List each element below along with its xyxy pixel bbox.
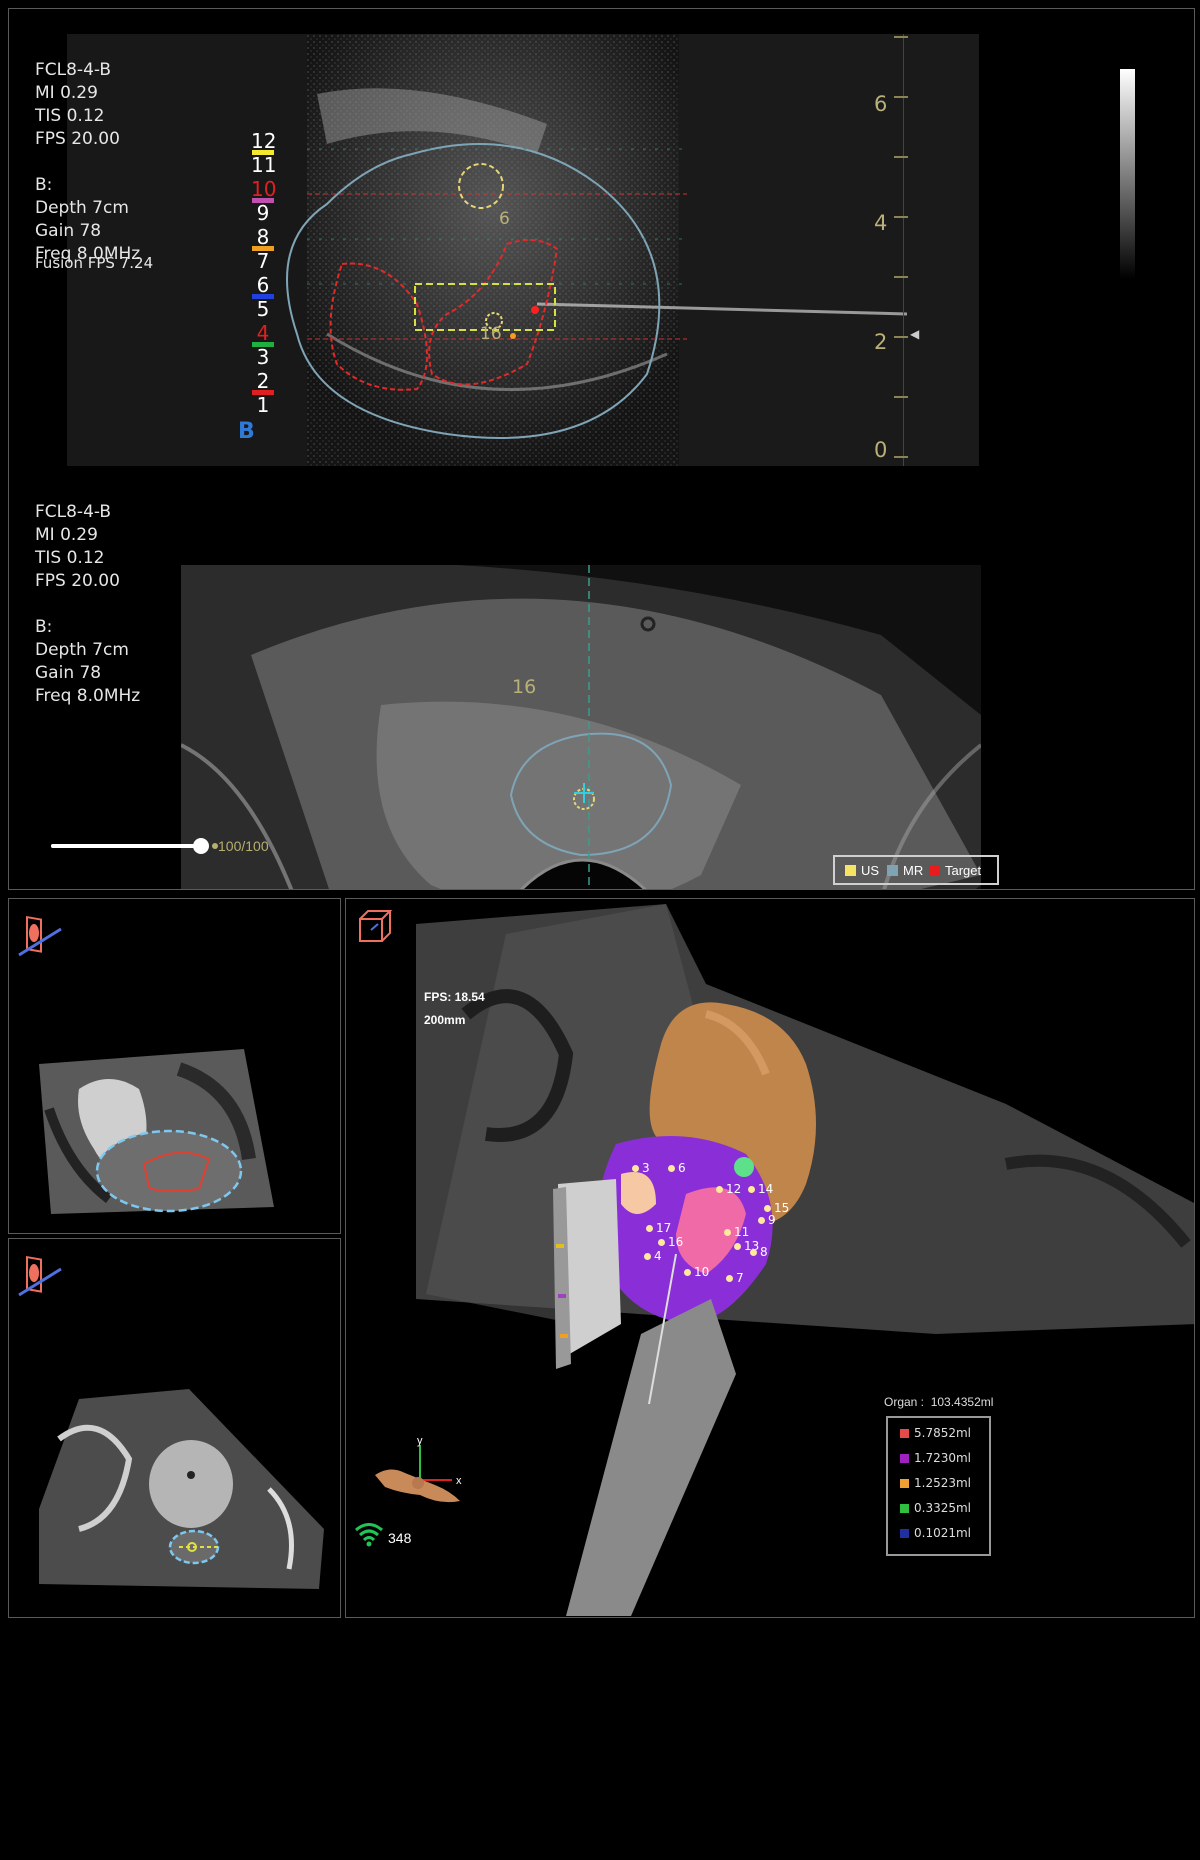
lesion-point-3[interactable]: 3 <box>632 1161 650 1175</box>
plane-label-3[interactable]: 3 <box>251 345 275 369</box>
top-param: Depth 7cm <box>35 198 129 218</box>
slider-value-text: 100/100 <box>218 838 269 854</box>
mr-sagittal-panel[interactable] <box>8 898 341 1234</box>
wifi-signal-icon <box>355 1523 383 1547</box>
mr-plane-icon-axial[interactable] <box>15 1251 63 1299</box>
lesion-point-16[interactable]: 16 <box>658 1235 683 1249</box>
lesion-point-12[interactable]: 12 <box>716 1182 741 1196</box>
middle-param: MI 0.29 <box>35 525 98 545</box>
volume-swatch <box>900 1429 909 1438</box>
volume-row: 5.7852ml <box>900 1426 971 1440</box>
lesion-point-14[interactable]: 14 <box>748 1182 773 1196</box>
mr-axial-panel[interactable] <box>8 1238 341 1618</box>
fusion-target-label: 16 <box>512 676 537 698</box>
volume-value: 0.1021ml <box>914 1526 972 1540</box>
cube-icon[interactable] <box>354 907 394 947</box>
top-param: Gain 78 <box>35 221 102 241</box>
legend-mr[interactable]: MR <box>887 863 923 878</box>
plane-label-11[interactable]: 11 <box>251 153 276 177</box>
mr-sagittal-image[interactable] <box>39 1049 279 1214</box>
top-param <box>35 151 140 174</box>
ultrasound-panel: 6 16 FCL8-4-B MI 0.29 TIS 0.12 FPS 20.00 B: D… <box>8 8 1195 890</box>
plane-label-1[interactable]: 1 <box>251 393 275 417</box>
opacity-slider[interactable] <box>51 838 209 854</box>
lesion-point-6[interactable]: 6 <box>668 1161 686 1175</box>
depth-label-4: 4 <box>874 211 888 235</box>
axis-y-label: y <box>417 1435 423 1447</box>
mr-plane-icon[interactable] <box>15 911 63 959</box>
volume-row: 0.3325ml <box>900 1501 971 1515</box>
slider-thumb[interactable] <box>193 838 209 854</box>
volume-value: 0.3325ml <box>914 1501 972 1515</box>
depth-label-0: 0 <box>874 438 888 462</box>
middle-param <box>35 593 140 616</box>
plane-label-9[interactable]: 9 <box>251 201 275 225</box>
axis-x-label: x <box>456 1475 462 1487</box>
lesion-point-4[interactable]: 4 <box>644 1249 662 1263</box>
legend-us[interactable]: US <box>845 863 879 878</box>
lesion-point-9[interactable]: 9 <box>758 1213 776 1227</box>
middle-param: FPS 20.00 <box>35 571 120 591</box>
top-param: TIS 0.12 <box>35 106 105 126</box>
signal-value: 348 <box>388 1530 412 1546</box>
legend-target[interactable]: Target <box>929 863 981 878</box>
scale-length: 200mm <box>424 1013 466 1027</box>
middle-param: FCL8-4-B <box>35 502 112 522</box>
middle-param: TIS 0.12 <box>35 548 105 568</box>
lesion-point-10[interactable]: 10 <box>684 1265 709 1279</box>
volume-swatch <box>900 1504 909 1513</box>
volume-value: 1.7230ml <box>914 1451 972 1465</box>
mr-axial-image[interactable] <box>39 1389 329 1589</box>
organ-volume: Organ : 103.4352ml <box>884 1395 994 1409</box>
plane-markers: 12 11 10 9 8 7 6 5 4 3 2 1 <box>251 129 281 419</box>
middle-param: Gain 78 <box>35 663 102 683</box>
top-param: B: <box>35 175 53 195</box>
middle-imaging-params: FCL8-4-B MI 0.29 TIS 0.12 FPS 20.00 B: Depth … <box>35 501 140 708</box>
volume-swatch <box>900 1454 909 1463</box>
mode-badge[interactable]: B <box>238 419 255 444</box>
depth-pointer-icon: ◀ <box>910 327 920 341</box>
lesion-point-11[interactable]: 11 <box>724 1225 749 1239</box>
plane-label-7[interactable]: 7 <box>251 249 275 273</box>
depth-scale: 6 4 2 0 ◀ <box>874 34 924 474</box>
middle-param: Freq 8.0MHz <box>35 686 141 706</box>
3d-view-panel[interactable]: FPS: 18.54 200mm 3 6 12 14 15 9 17 16 4 11 13 8 10 7 … <box>345 898 1195 1618</box>
volume-legend: 5.7852ml 1.7230ml 1.2523ml 0.3325ml 0.1021ml <box>886 1416 991 1556</box>
volume-value: 1.2523ml <box>914 1476 972 1490</box>
lesion-point-8[interactable]: 8 <box>750 1245 768 1259</box>
volume-row: 1.2523ml <box>900 1476 971 1490</box>
slider-fill <box>51 844 201 848</box>
lesion-point-7[interactable]: 7 <box>726 1271 744 1285</box>
top-param: FPS 20.00 <box>35 129 120 149</box>
volume-value: 5.7852ml <box>914 1426 972 1440</box>
grayscale-bar <box>1120 69 1135 279</box>
body-orientation-icon[interactable] <box>360 1435 470 1525</box>
volume-row: 0.1021ml <box>900 1526 971 1540</box>
plane-label-5[interactable]: 5 <box>251 297 275 321</box>
top-param: MI 0.29 <box>35 83 98 103</box>
fusion-image[interactable] <box>181 565 981 890</box>
top-param: FCL8-4-B <box>35 60 112 80</box>
fusion-fps: Fusion FPS 7.24 <box>35 254 154 272</box>
top-imaging-params: FCL8-4-B MI 0.29 TIS 0.12 FPS 20.00 B: Depth … <box>35 59 140 266</box>
render-fps: FPS: 18.54 <box>424 990 485 1004</box>
middle-param: Depth 7cm <box>35 640 129 660</box>
target-label-lower: 16 <box>480 324 502 344</box>
depth-label-2: 2 <box>874 330 888 354</box>
volume-swatch <box>900 1529 909 1538</box>
slider-value: 100/100 <box>212 838 269 854</box>
volume-row: 1.7230ml <box>900 1451 971 1465</box>
depth-label-6: 6 <box>874 92 888 116</box>
3d-scene[interactable] <box>406 904 1195 1616</box>
fusion-legend: US MR Target <box>833 855 999 885</box>
target-label-upper: 6 <box>499 209 510 229</box>
middle-param: B: <box>35 617 53 637</box>
volume-swatch <box>900 1479 909 1488</box>
lesion-point-17[interactable]: 17 <box>646 1221 671 1235</box>
